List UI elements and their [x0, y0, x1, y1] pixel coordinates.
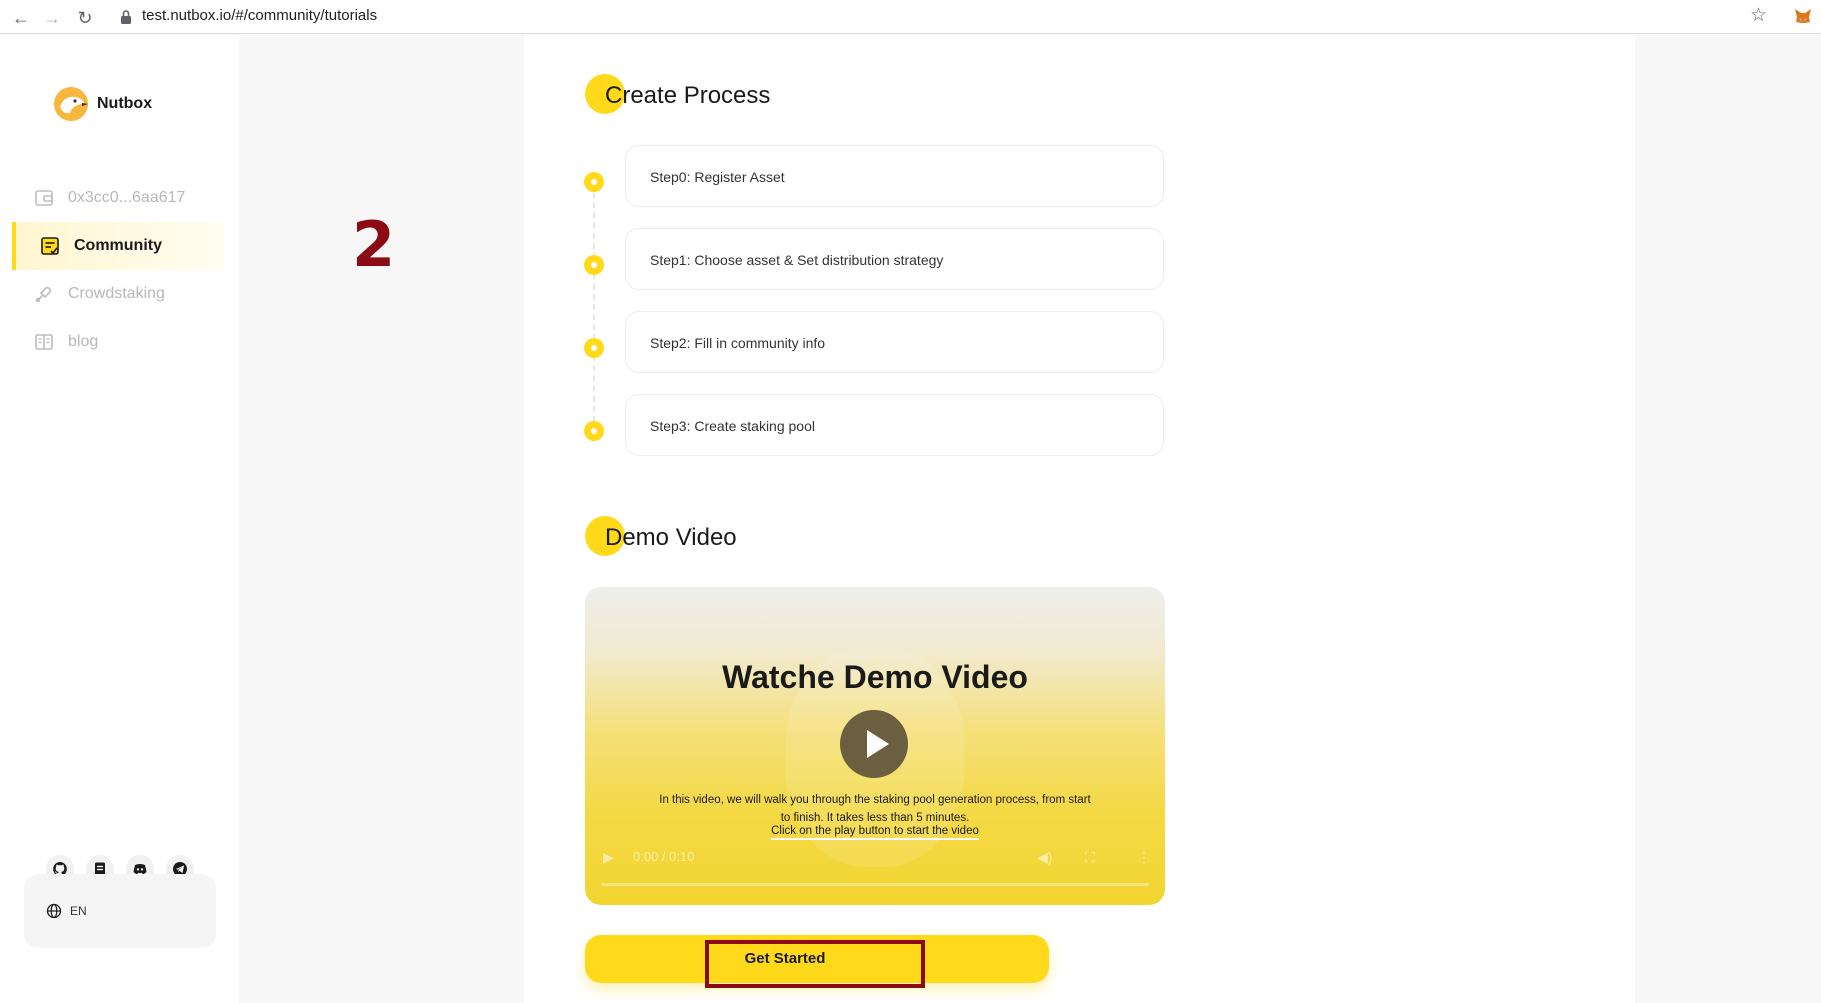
nutbox-logo-icon: [54, 87, 88, 121]
sidebar-item-crowdstaking[interactable]: Crowdstaking: [12, 270, 224, 318]
sidebar: Nutbox 0x3cc0...6aa617 Community Crowdst…: [0, 35, 239, 1003]
browser-toolbar: ← → ↻ test.nutbox.io/#/community/tutoria…: [0, 0, 1821, 34]
video-description: In this video, we will walk you through …: [659, 794, 1091, 824]
metamask-extension-icon[interactable]: [1793, 6, 1813, 26]
step-label: Step2: Fill in community info: [650, 335, 826, 351]
wallet-icon: [35, 190, 53, 206]
timeline-dot: [584, 255, 604, 275]
step-label: Step3: Create staking pool: [650, 418, 815, 434]
globe-icon: [46, 903, 62, 919]
crowdstaking-icon: [35, 286, 52, 303]
language-label: EN: [70, 904, 87, 918]
language-selector[interactable]: EN: [24, 874, 216, 948]
video-progress-bar[interactable]: [601, 883, 1149, 886]
video-title: Watche Demo Video: [722, 659, 1028, 695]
address-bar[interactable]: test.nutbox.io/#/community/tutorials: [142, 7, 377, 24]
sidebar-item-label: 0x3cc0...6aa617: [68, 189, 186, 206]
back-icon[interactable]: ←: [8, 5, 34, 31]
bookmark-star-icon[interactable]: ☆: [1750, 4, 1767, 27]
step-card-3[interactable]: Step3: Create staking pool: [625, 394, 1164, 456]
lock-icon: [121, 10, 131, 24]
step-label: Step0: Register Asset: [650, 169, 785, 185]
community-icon: [41, 237, 59, 255]
timeline-dot: [584, 172, 604, 192]
volume-icon[interactable]: ◀): [1037, 849, 1052, 866]
create-process-title: Create Process: [605, 82, 771, 109]
sidebar-item-label: Crowdstaking: [68, 285, 165, 302]
step-card-2[interactable]: Step2: Fill in community info: [625, 311, 1164, 373]
timeline-dot: [584, 421, 604, 441]
sidebar-item-community[interactable]: Community: [12, 222, 224, 270]
brand-name: Nutbox: [97, 95, 153, 112]
annotation-step-number: 2: [352, 208, 396, 281]
video-hint-text: Click on the play button to start the vi…: [771, 825, 979, 840]
video-play-icon[interactable]: ▶: [603, 849, 614, 866]
play-button[interactable]: [840, 710, 908, 778]
sidebar-item-label: Community: [74, 237, 162, 254]
step-card-1[interactable]: Step1: Choose asset & Set distribution s…: [625, 228, 1164, 290]
demo-video-title: Demo Video: [605, 524, 737, 551]
video-time: 0:00 / 0:10: [633, 849, 695, 864]
step-label: Step1: Choose asset & Set distribution s…: [650, 252, 944, 268]
forward-icon[interactable]: →: [39, 5, 65, 31]
annotation-highlight-box: [705, 940, 925, 988]
timeline-dot: [584, 338, 604, 358]
brand-logo[interactable]: Nutbox: [52, 85, 222, 125]
demo-video-player[interactable]: Watche Demo Video In this video, we will…: [585, 587, 1165, 905]
sidebar-item-wallet[interactable]: 0x3cc0...6aa617: [12, 174, 224, 222]
more-options-icon[interactable]: ⋮: [1137, 849, 1151, 866]
sidebar-item-label: blog: [68, 333, 99, 350]
reload-icon[interactable]: ↻: [72, 5, 98, 31]
blog-icon: [35, 334, 53, 350]
fullscreen-icon[interactable]: ⛶: [1085, 849, 1095, 866]
video-hint: Click on the play button to start the vi…: [585, 825, 1165, 840]
timeline-line: [593, 182, 595, 432]
sidebar-item-blog[interactable]: blog: [12, 318, 224, 366]
step-card-0[interactable]: Step0: Register Asset: [625, 145, 1164, 207]
